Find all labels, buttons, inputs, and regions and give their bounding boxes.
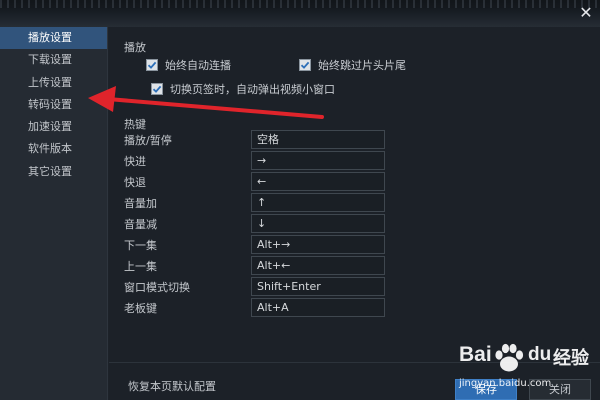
settings-content: 播放 始终自动连播 始终跳过片头片尾 切换页签时，自动弹出视频小窗口 热键 播放… bbox=[109, 27, 600, 400]
title-bar-pattern bbox=[0, 0, 600, 8]
hotkey-label: 音量加 bbox=[124, 197, 157, 210]
hotkey-field[interactable]: ← bbox=[251, 172, 385, 191]
hotkey-row: 老板键 Alt+A bbox=[124, 298, 404, 317]
hotkey-row: 快退 ← bbox=[124, 172, 404, 191]
footer-divider bbox=[109, 362, 600, 363]
sidebar-item-download[interactable]: 下载设置 bbox=[0, 49, 107, 71]
hotkey-field[interactable]: ↑ bbox=[251, 193, 385, 212]
hotkey-label: 窗口模式切换 bbox=[124, 281, 190, 294]
playback-section-title: 播放 bbox=[124, 41, 146, 54]
sidebar-item-upload[interactable]: 上传设置 bbox=[0, 72, 107, 94]
save-button[interactable]: 保存 bbox=[455, 379, 517, 400]
skip-intro-checkbox[interactable] bbox=[299, 59, 311, 71]
hotkey-label: 下一集 bbox=[124, 239, 157, 252]
sidebar-item-transcode[interactable]: 转码设置 bbox=[0, 94, 107, 116]
hotkey-field[interactable]: ↓ bbox=[251, 214, 385, 233]
hotkey-row: 播放/暂停 空格 bbox=[124, 130, 404, 149]
hotkey-row: 音量加 ↑ bbox=[124, 193, 404, 212]
hotkey-label: 音量减 bbox=[124, 218, 157, 231]
hotkey-field[interactable]: Shift+Enter bbox=[251, 277, 385, 296]
hotkey-field[interactable]: 空格 bbox=[251, 130, 385, 149]
checkmark-icon bbox=[152, 85, 162, 93]
checkmark-icon bbox=[300, 61, 310, 69]
mini-window-option: 切换页签时，自动弹出视频小窗口 bbox=[151, 81, 335, 97]
title-bar: ✕ bbox=[0, 0, 600, 27]
hotkey-row: 下一集 Alt+→ bbox=[124, 235, 404, 254]
hotkey-label: 播放/暂停 bbox=[124, 134, 172, 147]
skip-intro-label: 始终跳过片头片尾 bbox=[318, 59, 406, 72]
sidebar-item-acceleration[interactable]: 加速设置 bbox=[0, 116, 107, 138]
auto-play-label: 始终自动连播 bbox=[165, 59, 231, 72]
hotkey-label: 快退 bbox=[124, 176, 146, 189]
close-button[interactable]: 关闭 bbox=[529, 379, 591, 400]
mini-window-label: 切换页签时，自动弹出视频小窗口 bbox=[170, 83, 335, 96]
hotkey-row: 快进 → bbox=[124, 151, 404, 170]
hotkey-field[interactable]: Alt+→ bbox=[251, 235, 385, 254]
hotkey-row: 上一集 Alt+← bbox=[124, 256, 404, 275]
hotkey-label: 上一集 bbox=[124, 260, 157, 273]
hotkey-label: 快进 bbox=[124, 155, 146, 168]
hotkey-field[interactable]: Alt+A bbox=[251, 298, 385, 317]
settings-sidebar: 播放设置 下载设置 上传设置 转码设置 加速设置 软件版本 其它设置 bbox=[0, 27, 108, 400]
hotkey-row: 音量减 ↓ bbox=[124, 214, 404, 233]
hotkey-field[interactable]: → bbox=[251, 151, 385, 170]
checkmark-icon bbox=[147, 61, 157, 69]
close-icon[interactable]: ✕ bbox=[578, 5, 594, 21]
hotkey-field[interactable]: Alt+← bbox=[251, 256, 385, 275]
hotkey-label: 老板键 bbox=[124, 302, 157, 315]
hotkey-row: 窗口模式切换 Shift+Enter bbox=[124, 277, 404, 296]
auto-play-option: 始终自动连播 bbox=[146, 57, 231, 73]
restore-defaults-link[interactable]: 恢复本页默认配置 bbox=[128, 378, 216, 394]
auto-play-checkbox[interactable] bbox=[146, 59, 158, 71]
mini-window-checkbox[interactable] bbox=[151, 83, 163, 95]
skip-intro-option: 始终跳过片头片尾 bbox=[299, 57, 406, 73]
sidebar-item-version[interactable]: 软件版本 bbox=[0, 138, 107, 160]
sidebar-item-playback[interactable]: 播放设置 bbox=[0, 27, 107, 50]
sidebar-item-other[interactable]: 其它设置 bbox=[0, 161, 107, 183]
